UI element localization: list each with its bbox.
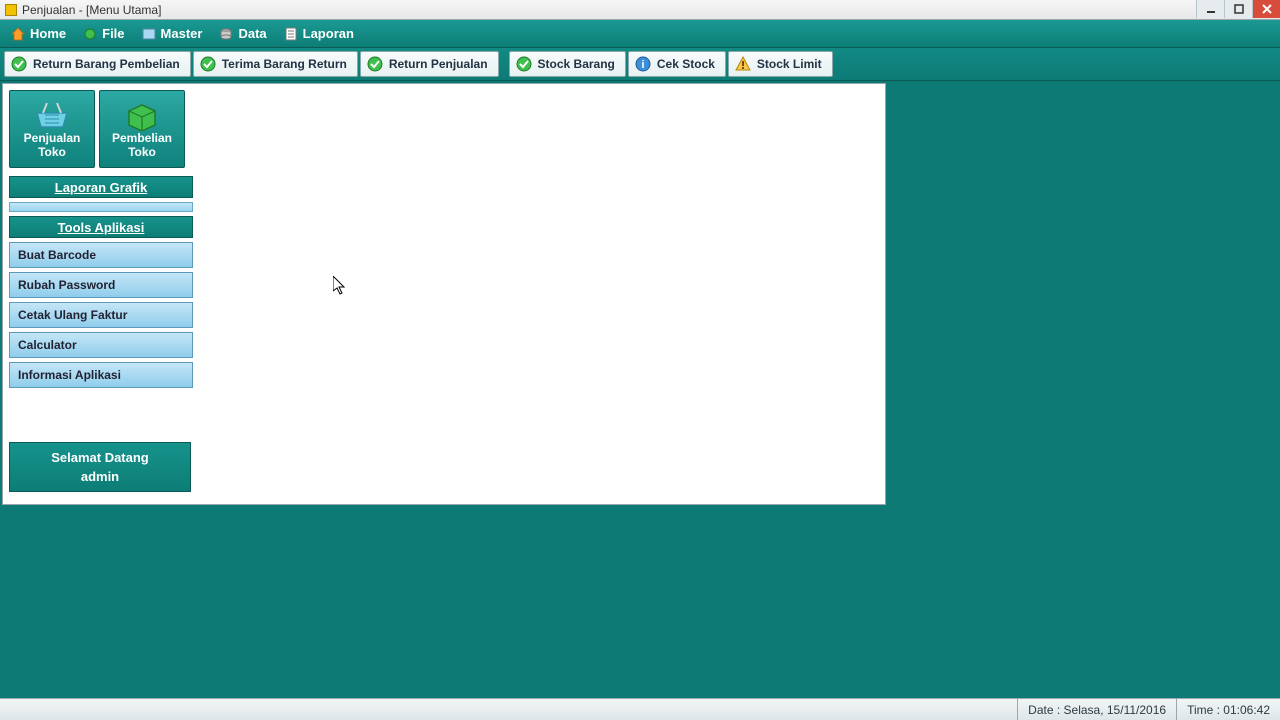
menu-label: Laporan (303, 26, 354, 41)
status-date: Date : Selasa, 15/11/2016 (1017, 699, 1176, 720)
window-title: Penjualan - [Menu Utama] (22, 3, 161, 17)
side-item-label: Informasi Aplikasi (18, 368, 121, 382)
tool-return-penjualan[interactable]: Return Penjualan (360, 51, 499, 77)
toolbar: Return Barang Pembelian Terima Barang Re… (0, 48, 1280, 81)
welcome-line1: Selamat Datang (51, 450, 149, 465)
tool-informasi-aplikasi[interactable]: Informasi Aplikasi (9, 362, 193, 388)
tool-label: Return Barang Pembelian (33, 57, 180, 71)
menu-label: File (102, 26, 124, 41)
check-green-icon (367, 56, 383, 72)
tool-calculator[interactable]: Calculator (9, 332, 193, 358)
check-green-icon (11, 56, 27, 72)
tool-label: Stock Barang (538, 57, 615, 71)
menubar: Home File Master Data Laporan (0, 20, 1280, 48)
window-controls (1196, 0, 1280, 18)
maximize-button[interactable] (1224, 0, 1252, 18)
tool-label: Terima Barang Return (222, 57, 347, 71)
svg-text:i: i (641, 59, 644, 71)
tool-label: Stock Limit (757, 57, 822, 71)
section-label: Laporan Grafik (55, 180, 147, 195)
report-icon (283, 26, 299, 42)
warning-icon (735, 56, 751, 72)
main-panel: Penjualan Toko Pembelian Toko Laporan Gr… (2, 83, 886, 505)
data-icon (218, 26, 234, 42)
box-icon (121, 98, 163, 132)
check-green-icon (200, 56, 216, 72)
collapsed-row[interactable] (9, 202, 193, 212)
big-btn-line2: Toko (38, 146, 66, 160)
section-label: Tools Aplikasi (58, 220, 145, 235)
maximize-icon (1234, 4, 1244, 14)
tool-cek-stock[interactable]: i Cek Stock (628, 51, 726, 77)
master-icon (141, 26, 157, 42)
section-laporan-grafik[interactable]: Laporan Grafik (9, 176, 193, 198)
tool-cetak-ulang-faktur[interactable]: Cetak Ulang Faktur (9, 302, 193, 328)
home-icon (10, 26, 26, 42)
info-icon: i (635, 56, 651, 72)
status-time: Time : 01:06:42 (1176, 699, 1280, 720)
side-item-label: Rubah Password (18, 278, 115, 292)
tool-label: Return Penjualan (389, 57, 488, 71)
section-tools-aplikasi[interactable]: Tools Aplikasi (9, 216, 193, 238)
titlebar: Penjualan - [Menu Utama] (0, 0, 1280, 20)
basket-icon (31, 98, 73, 132)
menu-label: Master (161, 26, 203, 41)
side-item-label: Calculator (18, 338, 77, 352)
big-btn-line1: Pembelian (112, 132, 172, 146)
file-icon (82, 26, 98, 42)
menu-laporan[interactable]: Laporan (275, 20, 362, 47)
btn-penjualan-toko[interactable]: Penjualan Toko (9, 90, 95, 168)
sidebar: Penjualan Toko Pembelian Toko Laporan Gr… (9, 90, 193, 388)
welcome-line2: admin (81, 469, 119, 484)
menu-data[interactable]: Data (210, 20, 274, 47)
side-item-label: Cetak Ulang Faktur (18, 308, 127, 322)
big-btn-line1: Penjualan (24, 132, 81, 146)
side-item-label: Buat Barcode (18, 248, 96, 262)
tool-stock-barang[interactable]: Stock Barang (509, 51, 626, 77)
menu-label: Data (238, 26, 266, 41)
menu-master[interactable]: Master (133, 20, 211, 47)
check-green-icon (516, 56, 532, 72)
welcome-box: Selamat Datang admin (9, 442, 191, 492)
menu-file[interactable]: File (74, 20, 132, 47)
close-button[interactable] (1252, 0, 1280, 18)
big-btn-line2: Toko (128, 146, 156, 160)
minimize-icon (1206, 4, 1216, 14)
tool-buat-barcode[interactable]: Buat Barcode (9, 242, 193, 268)
menu-label: Home (30, 26, 66, 41)
toolbar-separator (503, 51, 505, 77)
tool-stock-limit[interactable]: Stock Limit (728, 51, 833, 77)
btn-pembelian-toko[interactable]: Pembelian Toko (99, 90, 185, 168)
tool-label: Cek Stock (657, 57, 715, 71)
cursor-icon (333, 276, 347, 296)
tool-return-barang-pembelian[interactable]: Return Barang Pembelian (4, 51, 191, 77)
close-icon (1262, 4, 1272, 14)
statusbar: Date : Selasa, 15/11/2016 Time : 01:06:4… (0, 698, 1280, 720)
menu-home[interactable]: Home (2, 20, 74, 47)
tool-terima-barang-return[interactable]: Terima Barang Return (193, 51, 358, 77)
app-icon (5, 4, 17, 16)
minimize-button[interactable] (1196, 0, 1224, 18)
tool-rubah-password[interactable]: Rubah Password (9, 272, 193, 298)
workarea: Penjualan Toko Pembelian Toko Laporan Gr… (0, 81, 1280, 699)
